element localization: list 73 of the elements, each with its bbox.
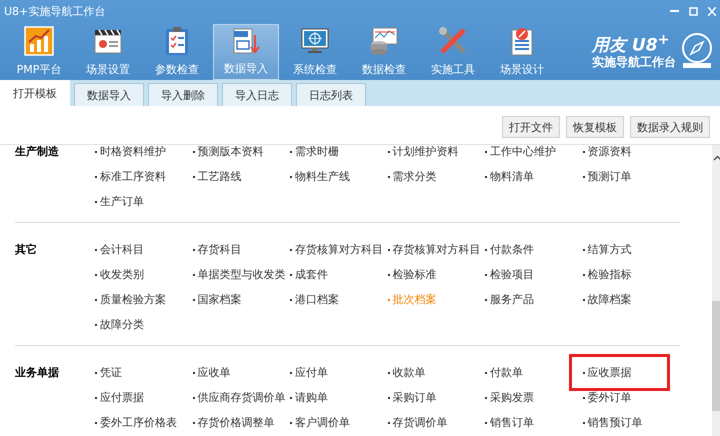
action-button[interactable]: 打开文件 bbox=[502, 116, 560, 138]
maximize-icon[interactable] bbox=[689, 6, 698, 16]
section-title: 生产制造 bbox=[15, 145, 60, 160]
section-title: 其它 bbox=[15, 242, 38, 258]
template-link[interactable]: 应收单 bbox=[198, 360, 230, 385]
template-link[interactable]: 销售预订单 bbox=[588, 410, 642, 435]
database-icon bbox=[369, 26, 399, 56]
wrench-screwdriver-icon bbox=[438, 26, 468, 56]
template-link[interactable]: 单据类型与收发类 bbox=[198, 262, 286, 287]
close-icon[interactable] bbox=[708, 6, 716, 16]
template-link[interactable]: 委外工序价格表 bbox=[100, 410, 177, 435]
template-link[interactable]: 检验标准 bbox=[392, 262, 436, 287]
template-link[interactable]: 客户调价单 bbox=[295, 410, 350, 435]
template-link[interactable]: 预测订单 bbox=[588, 164, 632, 189]
tab[interactable]: 打开模板 bbox=[0, 80, 70, 106]
scrollbar[interactable] bbox=[712, 145, 720, 436]
template-link[interactable]: 时格资料维护 bbox=[100, 145, 166, 164]
template-link[interactable]: 应付票据 bbox=[100, 385, 144, 410]
template-link[interactable]: 收款单 bbox=[392, 360, 426, 385]
monitor-icon bbox=[300, 26, 330, 56]
template-link[interactable]: 供应商存货调价单 bbox=[198, 385, 286, 410]
template-link[interactable]: 计划维护资料 bbox=[392, 145, 458, 164]
tab[interactable]: 导入日志 bbox=[222, 83, 292, 106]
template-link[interactable]: 销售订单 bbox=[490, 410, 534, 435]
action-button[interactable]: 数据录入规则 bbox=[630, 116, 710, 138]
template-link[interactable]: 故障档案 bbox=[588, 287, 632, 312]
template-link[interactable]: 结算方式 bbox=[588, 237, 632, 262]
template-link[interactable]: 标准工序资料 bbox=[100, 164, 166, 189]
template-link[interactable]: 需求时栅 bbox=[295, 145, 339, 164]
window-title: U8+实施导航工作台 bbox=[4, 4, 106, 18]
template-link[interactable]: 付款条件 bbox=[490, 237, 534, 262]
template-link[interactable]: 国家档案 bbox=[198, 287, 242, 312]
template-link[interactable]: 检验项目 bbox=[490, 262, 534, 287]
scroll-up-icon[interactable] bbox=[712, 155, 720, 161]
template-link[interactable]: 存货调价单 bbox=[392, 410, 448, 435]
template-link[interactable]: 服务产品 bbox=[490, 287, 534, 312]
template-link[interactable]: 会计科目 bbox=[100, 237, 144, 262]
template-link[interactable]: 预测版本资料 bbox=[198, 145, 264, 164]
tab[interactable]: 导入删除 bbox=[148, 83, 218, 106]
template-link[interactable]: 凭证 bbox=[100, 360, 122, 385]
template-link[interactable]: 付款单 bbox=[490, 360, 523, 385]
template-link[interactable]: 检验指标 bbox=[588, 262, 632, 287]
template-link[interactable]: 物料生产线 bbox=[295, 164, 350, 189]
template-link[interactable]: 应付单 bbox=[295, 360, 328, 385]
template-link[interactable]: 请购单 bbox=[295, 385, 328, 410]
template-link[interactable]: 物料清单 bbox=[490, 164, 534, 189]
tab[interactable]: 日志列表 bbox=[296, 83, 366, 106]
template-link[interactable]: 存货核算对方科目 bbox=[295, 237, 383, 262]
template-link[interactable]: 存货科目 bbox=[198, 237, 242, 262]
template-link[interactable]: 资源资料 bbox=[588, 145, 632, 164]
template-link[interactable]: 工作中心维护 bbox=[490, 145, 556, 164]
template-link[interactable]: 存货价格调整单 bbox=[198, 410, 274, 435]
template-link[interactable]: 委外订单 bbox=[588, 385, 632, 410]
template-link[interactable]: 收发类别 bbox=[100, 262, 144, 287]
template-link[interactable]: 应收票据 bbox=[588, 360, 632, 385]
template-link[interactable]: 故障分类 bbox=[100, 312, 144, 337]
template-link[interactable]: 需求分类 bbox=[392, 164, 436, 189]
tab[interactable]: 数据导入 bbox=[74, 83, 144, 106]
template-link[interactable]: 采购发票 bbox=[490, 385, 534, 410]
compass-icon bbox=[680, 32, 714, 70]
minimize-icon[interactable] bbox=[670, 10, 679, 12]
chart-icon bbox=[24, 26, 54, 56]
template-link[interactable]: 质量检验方案 bbox=[100, 287, 166, 312]
action-button[interactable]: 恢复模板 bbox=[566, 116, 624, 138]
template-link[interactable]: 采购订单 bbox=[392, 385, 436, 410]
section-title: 业务单据 bbox=[15, 365, 60, 381]
logo-text: 用友 U8$^{+}$ bbox=[592, 33, 670, 56]
template-link[interactable]: 成套件 bbox=[295, 262, 328, 287]
template-link[interactable]: 生产订单 bbox=[100, 189, 144, 214]
template-link[interactable]: 存货核算对方科目 bbox=[392, 237, 480, 262]
logo-subtitle: 实施导航工作台 bbox=[592, 56, 676, 69]
template-link[interactable]: 工艺路线 bbox=[198, 164, 242, 189]
template-link[interactable]: 港口档案 bbox=[295, 287, 339, 312]
